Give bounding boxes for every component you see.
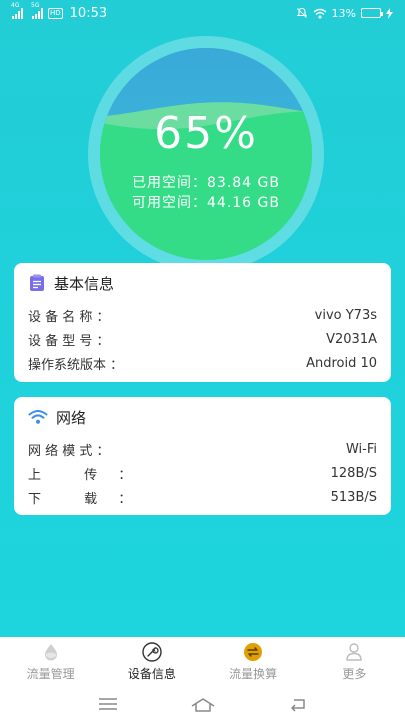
network-row-download: 下 载 ： 513B/S xyxy=(28,485,377,509)
network-row-upload: 上 传 ： 128B/S xyxy=(28,461,377,485)
wifi-status-icon xyxy=(313,8,326,18)
row-value: 513B/S xyxy=(330,489,377,505)
used-space: 已用空间：83.84 GB xyxy=(132,175,280,191)
back-icon xyxy=(290,698,305,712)
charging-icon xyxy=(386,7,393,19)
network-header: 网络 xyxy=(28,397,377,437)
row-label: 下 载 ： xyxy=(28,491,132,507)
status-right: 13% xyxy=(296,7,393,20)
wrench-icon xyxy=(142,642,162,662)
info-row-device-model: 设 备 型 号 ： V2031A xyxy=(28,327,377,351)
clock: 10:53 xyxy=(69,5,108,21)
row-value: V2031A xyxy=(326,331,377,347)
nav-item-traffic-manage[interactable]: 流量管理 xyxy=(0,637,101,687)
row-label: 设 备 名 称 ： xyxy=(28,309,110,325)
nav-item-device-info[interactable]: 设备信息 xyxy=(101,637,202,687)
status-bar: 4G 5G HD 10:53 13% xyxy=(0,0,405,26)
battery-percent: 13% xyxy=(331,6,356,20)
hd-badge: HD xyxy=(48,7,63,19)
row-value: Android 10 xyxy=(306,355,377,371)
battery-icon xyxy=(361,8,383,18)
signal-4g-label: 4G xyxy=(11,1,20,9)
signal-5g-label: 5G xyxy=(31,1,40,9)
menu-icon xyxy=(98,697,117,710)
network-row-mode: 网 络 模 式 ： Wi-Fi xyxy=(28,437,377,461)
drop-icon xyxy=(44,644,57,661)
nav-label: 流量换算 xyxy=(229,667,278,681)
nav-label: 更多 xyxy=(342,667,367,681)
nav-label: 流量管理 xyxy=(26,667,75,681)
document-icon xyxy=(30,274,44,291)
signal-4g-icon: 4G xyxy=(11,2,23,19)
person-icon xyxy=(346,643,363,661)
mute-icon xyxy=(296,7,307,18)
used-percent: 65% xyxy=(154,108,258,159)
free-space: 可用空间：44.16 GB xyxy=(132,195,280,211)
network-card: 网络 网 络 模 式 ： Wi-Fi 上 传 ： 128B/S 下 载 ： 51… xyxy=(14,397,391,515)
info-row-os-version: 操作系统版本 ： Android 10 xyxy=(28,351,377,375)
wifi-icon xyxy=(28,410,48,424)
home-icon xyxy=(191,697,214,712)
gauge-text: 65% 已用空间：83.84 GB 可用空间：44.16 GB xyxy=(100,48,312,260)
network-title: 网络 xyxy=(56,408,87,427)
row-label: 操作系统版本 ： xyxy=(28,357,124,373)
system-nav-bar xyxy=(0,687,405,720)
storage-gauge: 65% 已用空间：83.84 GB 可用空间：44.16 GB xyxy=(88,36,324,272)
exchange-icon xyxy=(244,643,263,661)
info-row-device-name: 设 备 名 称 ： vivo Y73s xyxy=(28,303,377,327)
row-label: 网 络 模 式 ： xyxy=(28,443,110,459)
signal-5g-icon: 5G xyxy=(31,2,43,19)
basic-info-title: 基本信息 xyxy=(54,274,115,293)
nav-label: 设备信息 xyxy=(127,667,176,681)
gauge-circle: 65% 已用空间：83.84 GB 可用空间：44.16 GB xyxy=(100,48,312,260)
status-left: 4G 5G HD 10:53 xyxy=(11,2,108,21)
back-button[interactable] xyxy=(284,694,312,714)
home-button[interactable] xyxy=(189,694,217,714)
bottom-nav: 流量管理 设备信息 流量换算 更多 xyxy=(0,637,405,687)
row-label: 上 传 ： xyxy=(28,467,132,483)
menu-button[interactable] xyxy=(94,694,122,714)
nav-item-more[interactable]: 更多 xyxy=(304,637,405,687)
nav-item-traffic-convert[interactable]: 流量换算 xyxy=(203,637,304,687)
basic-info-card: 基本信息 设 备 名 称 ： vivo Y73s 设 备 型 号 ： V2031… xyxy=(14,263,391,382)
row-value: Wi-Fi xyxy=(345,441,377,457)
basic-info-header: 基本信息 xyxy=(28,263,377,303)
row-value: 128B/S xyxy=(330,465,377,481)
row-label: 设 备 型 号 ： xyxy=(28,333,110,349)
row-value: vivo Y73s xyxy=(314,307,377,323)
